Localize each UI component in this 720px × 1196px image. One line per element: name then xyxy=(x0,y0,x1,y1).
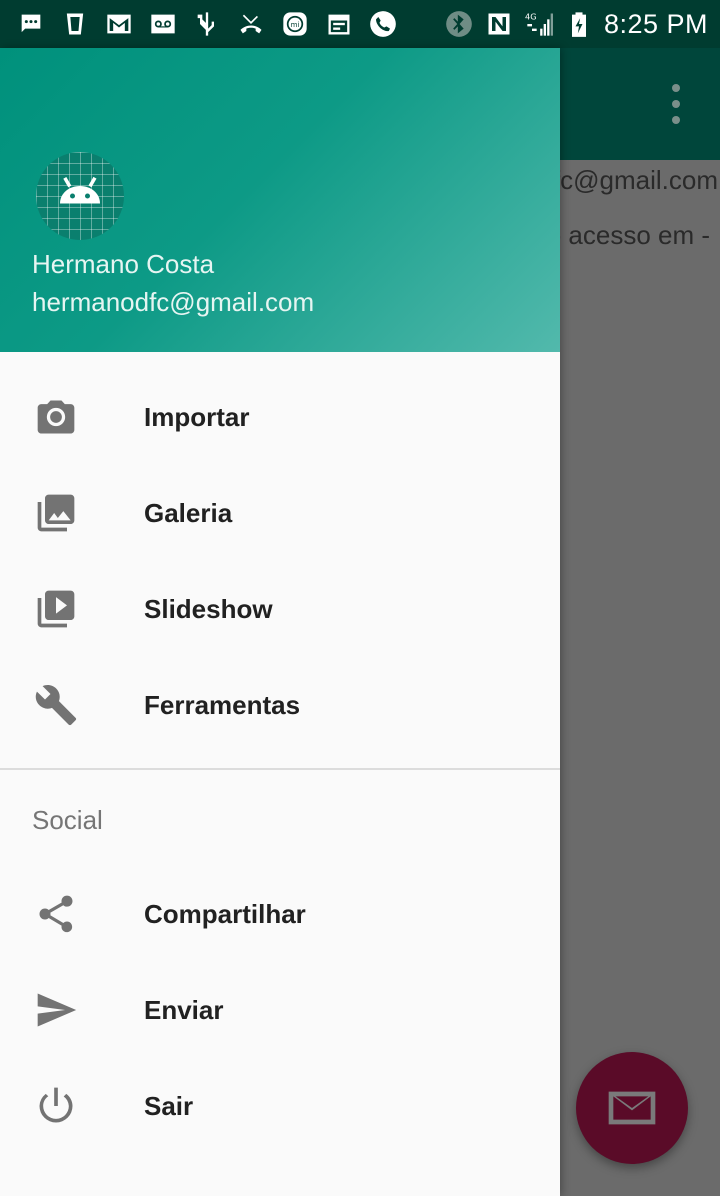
share-icon xyxy=(34,892,78,936)
menu-item-slideshow[interactable]: Slideshow xyxy=(0,561,560,657)
menu-item-importar[interactable]: Importar xyxy=(0,369,560,465)
status-time: 8:25 PM xyxy=(603,8,708,39)
drawer-header: Hermano Costa hermanodfc@gmail.com xyxy=(0,48,560,352)
bluetooth-icon xyxy=(444,9,474,39)
menu-item-label: Compartilhar xyxy=(144,898,306,929)
menu-item-ferramentas[interactable]: Ferramentas xyxy=(0,657,560,753)
svg-text:mi: mi xyxy=(291,21,300,29)
compose-fab-button[interactable] xyxy=(576,1052,688,1164)
power-icon xyxy=(34,1084,78,1128)
user-email: hermanodfc@gmail.com xyxy=(32,287,315,317)
voicemail-icon xyxy=(148,9,178,39)
menu-item-enviar[interactable]: Enviar xyxy=(0,962,560,1058)
gmail-icon xyxy=(104,9,134,39)
menu-item-label: Enviar xyxy=(144,994,224,1025)
nfc-icon xyxy=(484,9,514,39)
status-bar: mi 4G 8:25 PM xyxy=(0,0,720,48)
status-right-icons: 4G 8:25 PM xyxy=(444,9,708,40)
main-menu: Importar Galeria Slideshow Ferramentas xyxy=(0,352,560,753)
user-name: Hermano Costa xyxy=(32,249,215,279)
calendar-icon xyxy=(324,9,354,39)
wrench-icon xyxy=(34,683,78,727)
slideshow-icon xyxy=(34,587,78,631)
section-title-social: Social xyxy=(0,770,560,866)
menu-item-compartilhar[interactable]: Compartilhar xyxy=(0,866,560,962)
usb-icon xyxy=(192,9,222,39)
android-icon xyxy=(60,176,100,204)
phone-icon xyxy=(368,9,398,39)
menu-item-label: Galeria xyxy=(144,497,233,528)
menu-item-label: Slideshow xyxy=(144,593,273,624)
glass-icon xyxy=(60,9,90,39)
overflow-menu-icon[interactable] xyxy=(660,84,692,124)
social-menu: Compartilhar Enviar Sair xyxy=(0,866,560,1154)
section-title-label: Social xyxy=(32,805,103,835)
menu-item-galeria[interactable]: Galeria xyxy=(0,465,560,561)
status-left-icons: mi xyxy=(16,9,398,39)
camera-icon xyxy=(34,395,78,439)
svg-text:4G: 4G xyxy=(525,11,537,21)
navigation-drawer: Hermano Costa hermanodfc@gmail.com Impor… xyxy=(0,48,560,1196)
missed-call-icon xyxy=(236,9,266,39)
menu-item-label: Importar xyxy=(144,401,250,432)
menu-item-label: Sair xyxy=(144,1090,194,1121)
menu-item-sair[interactable]: Sair xyxy=(0,1058,560,1154)
send-icon xyxy=(34,988,78,1032)
4g-signal-icon: 4G xyxy=(524,9,554,39)
avatar[interactable] xyxy=(36,152,124,240)
gallery-icon xyxy=(34,491,78,535)
chat-bubble-icon xyxy=(16,9,46,39)
mi-icon: mi xyxy=(280,9,310,39)
menu-item-label: Ferramentas xyxy=(144,689,301,720)
battery-charging-icon xyxy=(564,9,594,39)
mail-icon xyxy=(608,1091,656,1125)
